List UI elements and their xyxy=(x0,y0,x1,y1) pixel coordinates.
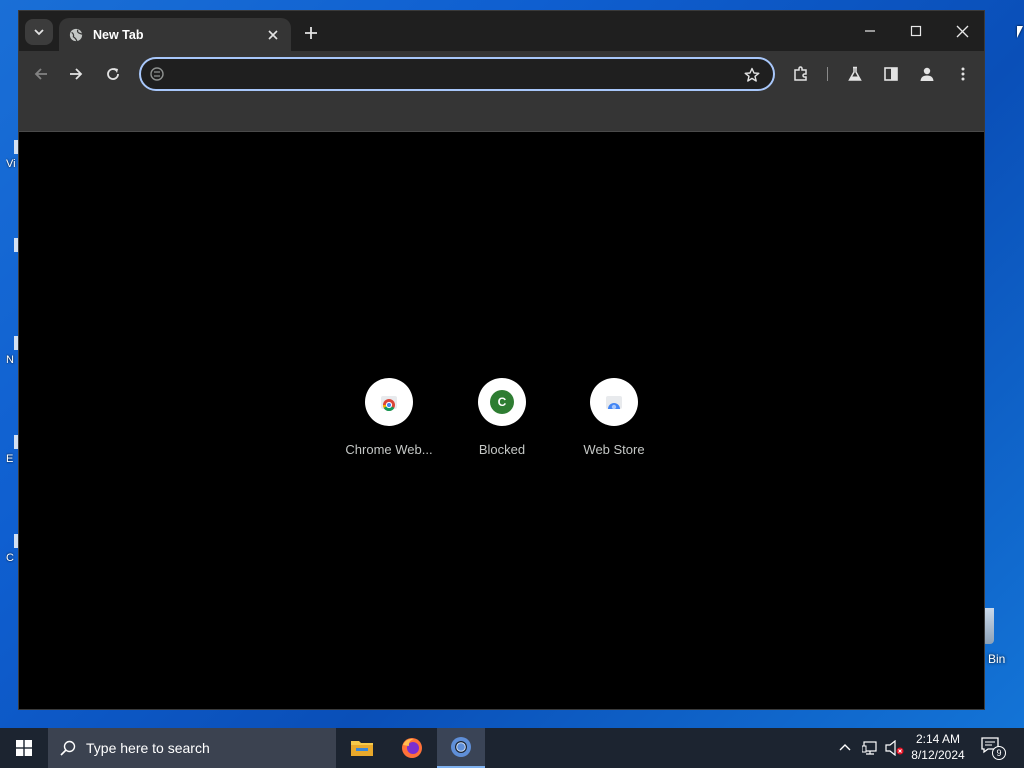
recycle-bin-label: Bin xyxy=(988,652,1006,666)
close-icon xyxy=(268,29,278,40)
tab-title: New Tab xyxy=(93,27,144,42)
windows-logo-icon xyxy=(16,740,32,756)
window-close-button[interactable] xyxy=(939,11,984,51)
chevron-down-icon xyxy=(34,29,44,36)
firefox-taskbar-button[interactable] xyxy=(388,728,436,768)
tab-search-button[interactable] xyxy=(25,19,53,45)
tab-close-button[interactable] xyxy=(265,27,281,43)
address-input[interactable] xyxy=(171,63,731,85)
back-button[interactable] xyxy=(29,62,53,86)
maximize-icon xyxy=(910,25,922,37)
plus-icon xyxy=(305,27,317,39)
desktop-icon-partial[interactable]: Vi xyxy=(6,140,18,170)
network-tray-icon[interactable] xyxy=(862,728,880,768)
start-button[interactable] xyxy=(0,728,48,768)
side-panel-button[interactable] xyxy=(879,62,903,86)
letter-c-icon: C xyxy=(490,390,514,414)
side-panel-icon xyxy=(884,67,898,81)
file-explorer-taskbar-button[interactable] xyxy=(338,728,386,768)
new-tab-button[interactable] xyxy=(299,21,323,45)
shortcut-label: Blocked xyxy=(478,442,526,457)
folder-icon xyxy=(351,741,373,756)
chevron-up-icon xyxy=(839,744,851,751)
desktop-icon-partial[interactable]: C xyxy=(6,534,18,564)
browser-toolbar xyxy=(19,51,984,97)
show-hidden-icons-button[interactable] xyxy=(838,728,852,768)
notification-center-button[interactable]: 9 xyxy=(980,736,1008,760)
shortcut-blocked[interactable]: C Blocked xyxy=(447,378,557,457)
chrome-icon xyxy=(451,737,471,757)
shortcut-label: Web Store xyxy=(583,442,645,457)
taskbar-clock[interactable]: 2:14 AM 8/12/2024 xyxy=(900,731,976,763)
extensions-button[interactable] xyxy=(789,62,813,86)
minimize-button[interactable] xyxy=(847,11,893,51)
kebab-menu-icon xyxy=(961,67,965,81)
minimize-icon xyxy=(865,30,875,32)
bookmarks-bar xyxy=(19,97,984,132)
webstore-icon xyxy=(606,396,622,410)
shortcut-web-store[interactable]: Web Store xyxy=(559,378,669,457)
search-icon xyxy=(60,740,76,756)
star-icon xyxy=(744,67,760,82)
desktop-icons-partial: Vi N E C xyxy=(0,130,18,610)
profile-button[interactable] xyxy=(915,62,939,86)
bookmark-star-button[interactable] xyxy=(741,64,763,86)
browser-window: New Tab Chrome Web... C Blocked Web Stor… xyxy=(18,10,985,710)
desktop-icon-partial[interactable]: N xyxy=(6,336,18,366)
menu-button[interactable] xyxy=(951,62,975,86)
clock-date: 8/12/2024 xyxy=(911,748,965,762)
shortcut-icon-circle: C xyxy=(478,378,526,426)
shortcut-chrome-web[interactable]: Chrome Web... xyxy=(334,378,444,457)
desktop-icon-partial[interactable] xyxy=(6,238,18,256)
globe-icon xyxy=(69,28,83,41)
labs-button[interactable] xyxy=(843,62,867,86)
flask-icon xyxy=(848,66,862,81)
taskbar: Type here to search 2:14 AM 8/12/2024 9 xyxy=(0,728,1024,768)
shortcut-icon-circle xyxy=(590,378,638,426)
reload-button[interactable] xyxy=(101,62,125,86)
reload-icon xyxy=(107,68,119,80)
shortcut-icon-circle xyxy=(365,378,413,426)
arrow-left-icon xyxy=(34,68,47,80)
taskbar-search-placeholder: Type here to search xyxy=(86,740,210,756)
title-bar: New Tab xyxy=(19,11,984,51)
toolbar-separator xyxy=(827,67,828,81)
network-icon xyxy=(862,741,877,755)
chrome-taskbar-button[interactable] xyxy=(437,728,485,768)
taskbar-search[interactable]: Type here to search xyxy=(48,728,336,768)
site-info-icon[interactable] xyxy=(149,66,165,82)
person-icon xyxy=(920,67,934,81)
arrow-right-icon xyxy=(70,68,83,80)
address-bar[interactable] xyxy=(139,57,775,91)
forward-button[interactable] xyxy=(64,62,88,86)
notification-count-badge: 9 xyxy=(992,746,1006,760)
tab-new-tab[interactable]: New Tab xyxy=(59,18,291,51)
puzzle-icon xyxy=(794,66,807,81)
maximize-button[interactable] xyxy=(893,11,939,51)
recycle-bin[interactable]: Bin xyxy=(982,604,1022,674)
clock-time: 2:14 AM xyxy=(915,732,961,746)
desktop-icon-partial[interactable]: E xyxy=(6,435,18,465)
chrome-webstore-icon xyxy=(381,396,397,412)
mouse-cursor-icon xyxy=(1017,26,1023,38)
new-tab-page: Chrome Web... C Blocked Web Store xyxy=(19,132,984,709)
shortcut-label: Chrome Web... xyxy=(345,442,433,457)
firefox-icon xyxy=(402,738,422,758)
close-icon xyxy=(956,25,968,37)
